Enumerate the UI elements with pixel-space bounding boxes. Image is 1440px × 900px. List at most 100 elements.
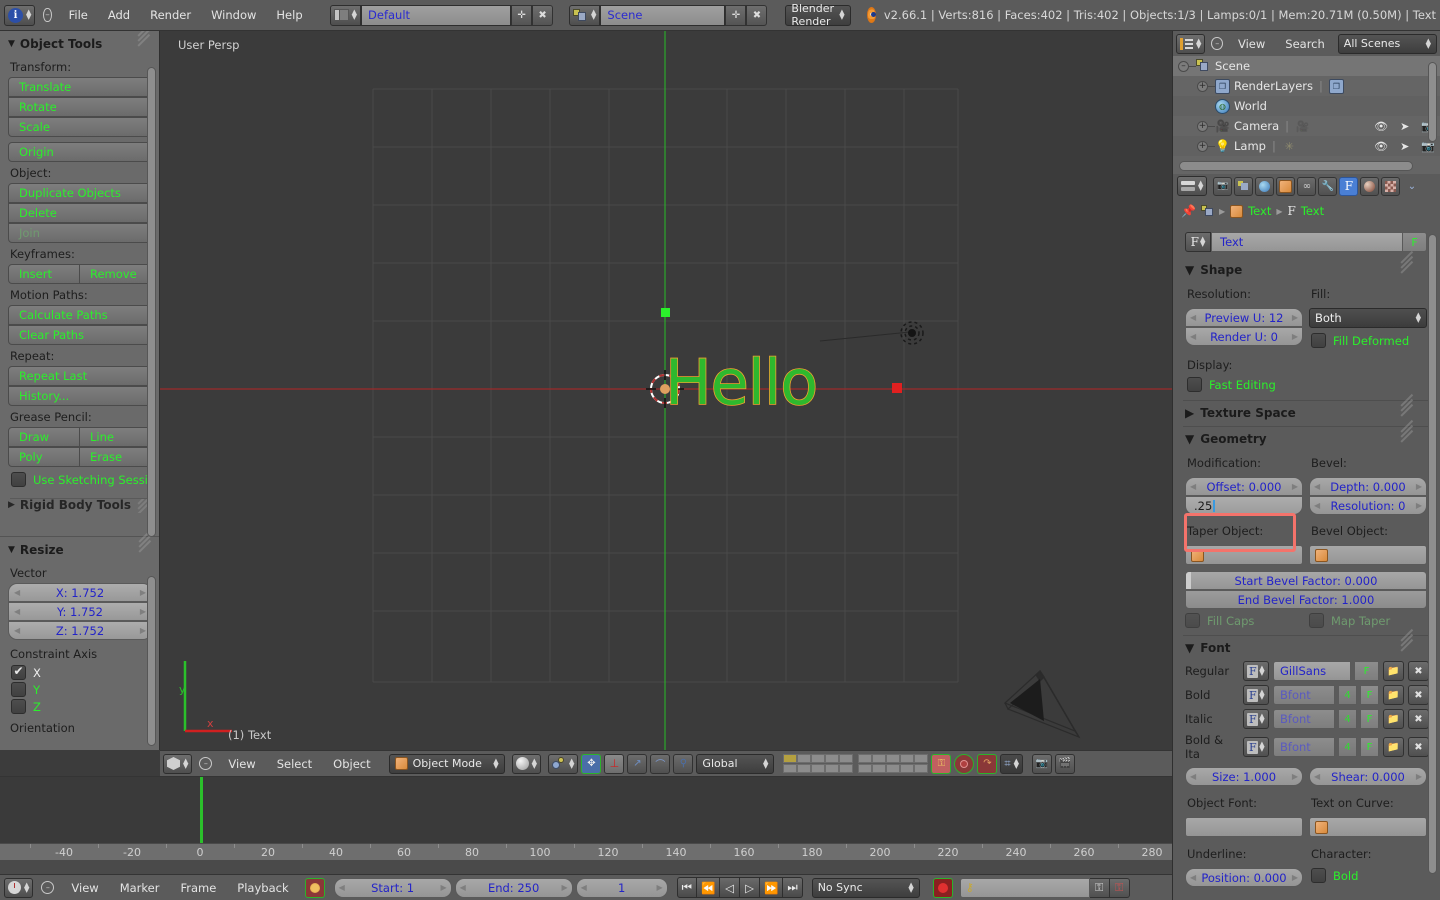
checkbox-use-sketching-sessions[interactable]: Use Sketching Sessi [0, 467, 159, 490]
outliner-horizontal-scrollbar[interactable] [1179, 161, 1413, 171]
offset-field[interactable]: ◀ Offset: 0.000 ▶ [1185, 477, 1303, 496]
proportional-edit-icon[interactable]: ↷ [977, 753, 998, 774]
tab-font-data[interactable]: F [1339, 176, 1359, 196]
tab-world[interactable] [1255, 176, 1275, 196]
record-icon[interactable] [932, 877, 953, 898]
auto-keyframe-icon[interactable] [304, 877, 325, 898]
scale-manipulator-icon[interactable]: ⌒ [650, 753, 671, 774]
chevron-right-icon[interactable]: ▶ [561, 883, 567, 892]
minus-icon[interactable]: – [1211, 37, 1223, 50]
viewport-shading-selector[interactable]: ▲ ▼ [511, 753, 542, 774]
editor-type-selector-timeline[interactable]: ▲ ▼ [4, 877, 34, 898]
bevel-depth-field[interactable]: ◀ Depth: 0.000 ▶ [1309, 477, 1427, 496]
chevron-right-icon[interactable]: ▶ [1416, 482, 1422, 491]
translate-manipulator-icon[interactable]: ⊥ [604, 753, 625, 774]
play-reverse-icon[interactable]: ◁ [720, 877, 741, 898]
tab-render[interactable]: 📷 [1213, 176, 1233, 196]
editor-type-selector-info[interactable]: i ▲ ▼ [4, 4, 36, 26]
timeline-ruler[interactable]: -40 -20 0 20 40 60 80 100 120 140 160 180 200 220 240 2… [0, 843, 1172, 860]
menu-object[interactable]: Object [324, 754, 379, 774]
eye-visibility-icon[interactable]: 👁 [1374, 140, 1388, 153]
op-origin[interactable]: Origin [8, 142, 151, 162]
lamp-data-icon[interactable]: ✳ [1282, 139, 1297, 154]
expand-expander-icon[interactable]: + [1197, 80, 1208, 92]
expand-expander-icon[interactable]: + [1197, 120, 1208, 132]
constraint-axis-x[interactable]: X [0, 664, 159, 681]
chevron-right-icon[interactable]: ▶ [656, 883, 662, 892]
panel-header-geometry[interactable]: ▼ Geometry [1173, 419, 1440, 450]
tab-constraints[interactable]: ∞ [1297, 176, 1317, 196]
properties-vertical-scrollbar[interactable] [1428, 234, 1437, 874]
timeline-playhead[interactable] [200, 777, 203, 843]
tab-material[interactable] [1360, 176, 1380, 196]
font-users-count[interactable]: 4 [1339, 737, 1357, 757]
jump-to-end-icon[interactable]: ⏭ [783, 877, 803, 898]
op-calculate-paths[interactable]: Calculate Paths [8, 305, 151, 325]
unlink-font-icon[interactable]: ✖ [1408, 685, 1429, 705]
toolshelf-scrollbar-upper[interactable] [147, 67, 156, 537]
snap-selector[interactable]: ⌗ ▲ ▼ [1000, 753, 1024, 774]
current-frame-field[interactable]: ◀ 1 ▶ [575, 877, 668, 898]
datablock-name-field[interactable]: Text [1211, 232, 1403, 252]
menu-help[interactable]: Help [267, 5, 311, 25]
font-datablock-selector[interactable]: F ▲ ▼ [1243, 661, 1269, 681]
fill-mode-dropdown[interactable]: Both ▲ ▼ [1309, 308, 1427, 328]
panel-header-font[interactable]: ▼ Font [1173, 628, 1440, 659]
font-name-field[interactable]: Bfont [1273, 737, 1335, 757]
op-history[interactable]: History... [8, 386, 151, 406]
chevron-right-icon[interactable]: ▶ [1292, 482, 1298, 491]
timeline-region[interactable]: -40 -20 0 20 40 60 80 100 120 140 160 180 200 220 240 2… [0, 776, 1172, 874]
editor-type-selector-outliner[interactable]: ▲ ▼ [1176, 33, 1206, 54]
fake-user-toggle[interactable]: F [1403, 232, 1427, 252]
panel-header-shape[interactable]: ▼ Shape [1173, 250, 1440, 281]
chevron-right-icon[interactable]: ▶ [1416, 772, 1422, 781]
datablock-type-selector[interactable]: F ▲ ▼ [1185, 232, 1211, 252]
outliner-tree[interactable]: – Scene + ❐ RenderLayers | ❐ ◍ World + 🎥… [1173, 56, 1440, 174]
next-keyframe-icon[interactable]: ⏩ [760, 877, 784, 898]
tab-modifiers[interactable]: 🔧 [1318, 176, 1338, 196]
text-on-curve-field[interactable] [1309, 817, 1427, 837]
font-datablock-selector[interactable]: F ▲ ▼ [1243, 685, 1269, 705]
bevel-object-field[interactable] [1309, 545, 1427, 565]
constraint-axis-z[interactable]: Z [0, 698, 159, 715]
scale-manipulator-icon-2[interactable]: ⚲ [673, 753, 694, 774]
toolshelf-scrollbar-lower[interactable] [147, 576, 156, 746]
tab-object[interactable] [1276, 176, 1296, 196]
chevron-right-icon[interactable]: ▶ [140, 607, 146, 616]
checkbox-icon[interactable] [11, 664, 26, 680]
manipulator-toggle-icon[interactable]: ✥ [581, 753, 602, 774]
text-object-hello[interactable]: Hello [664, 345, 819, 420]
checkbox-icon[interactable] [1311, 333, 1326, 348]
underline-position-field[interactable]: ◀ Position: 0.000 ▶ [1185, 868, 1303, 887]
fake-user-toggle[interactable]: F [1361, 685, 1379, 705]
unlink-font-icon[interactable]: ✖ [1408, 737, 1429, 757]
plus-icon[interactable]: ✛ [725, 4, 747, 26]
insert-keyframe-icon[interactable]: ⚿ [1089, 877, 1110, 898]
op-scale[interactable]: Scale [8, 117, 151, 137]
3d-viewport[interactable]: User Persp y x (1) Text Hello [160, 31, 1172, 750]
op-gp-draw[interactable]: Draw [8, 427, 80, 447]
font-name-field[interactable]: GillSans [1273, 661, 1351, 681]
editor-type-selector-properties[interactable]: ▲ ▼ [1177, 176, 1208, 196]
menu-search[interactable]: Search [1276, 34, 1334, 54]
sync-mode-dropdown[interactable]: No Sync ▲ ▼ [811, 877, 920, 898]
open-font-icon[interactable]: 📁 [1383, 709, 1404, 729]
chevron-right-icon[interactable]: ▶ [1292, 772, 1298, 781]
op-gp-erase[interactable]: Erase [80, 447, 151, 467]
cursor-selectable-icon[interactable]: ➤ [1400, 120, 1409, 133]
prev-keyframe-icon[interactable]: ⏪ [696, 877, 721, 898]
panel-header-resize[interactable]: ▼ Resize [0, 529, 159, 562]
outliner-row-world[interactable]: ◍ World [1173, 96, 1440, 116]
screen-layout-selector[interactable]: ▲ ▼ [329, 4, 362, 26]
mode-dropdown[interactable]: Object Mode ▲ ▼ [388, 753, 505, 774]
breadcrumb-object-name[interactable]: Text [1248, 204, 1271, 218]
chevron-right-icon[interactable]: ▶ [1292, 332, 1298, 341]
menu-view[interactable]: View [219, 754, 264, 774]
chevron-right-icon[interactable]: ▶ [140, 626, 146, 635]
checkbox-icon[interactable] [11, 472, 26, 487]
keying-set-field[interactable]: ⚷ [959, 877, 1090, 898]
menu-window[interactable]: Window [202, 5, 265, 25]
screen-layout-name-field[interactable]: Default [361, 4, 512, 26]
menu-view[interactable]: View [1229, 34, 1274, 54]
texture-solid-icon[interactable]: ⚿ [931, 753, 952, 774]
